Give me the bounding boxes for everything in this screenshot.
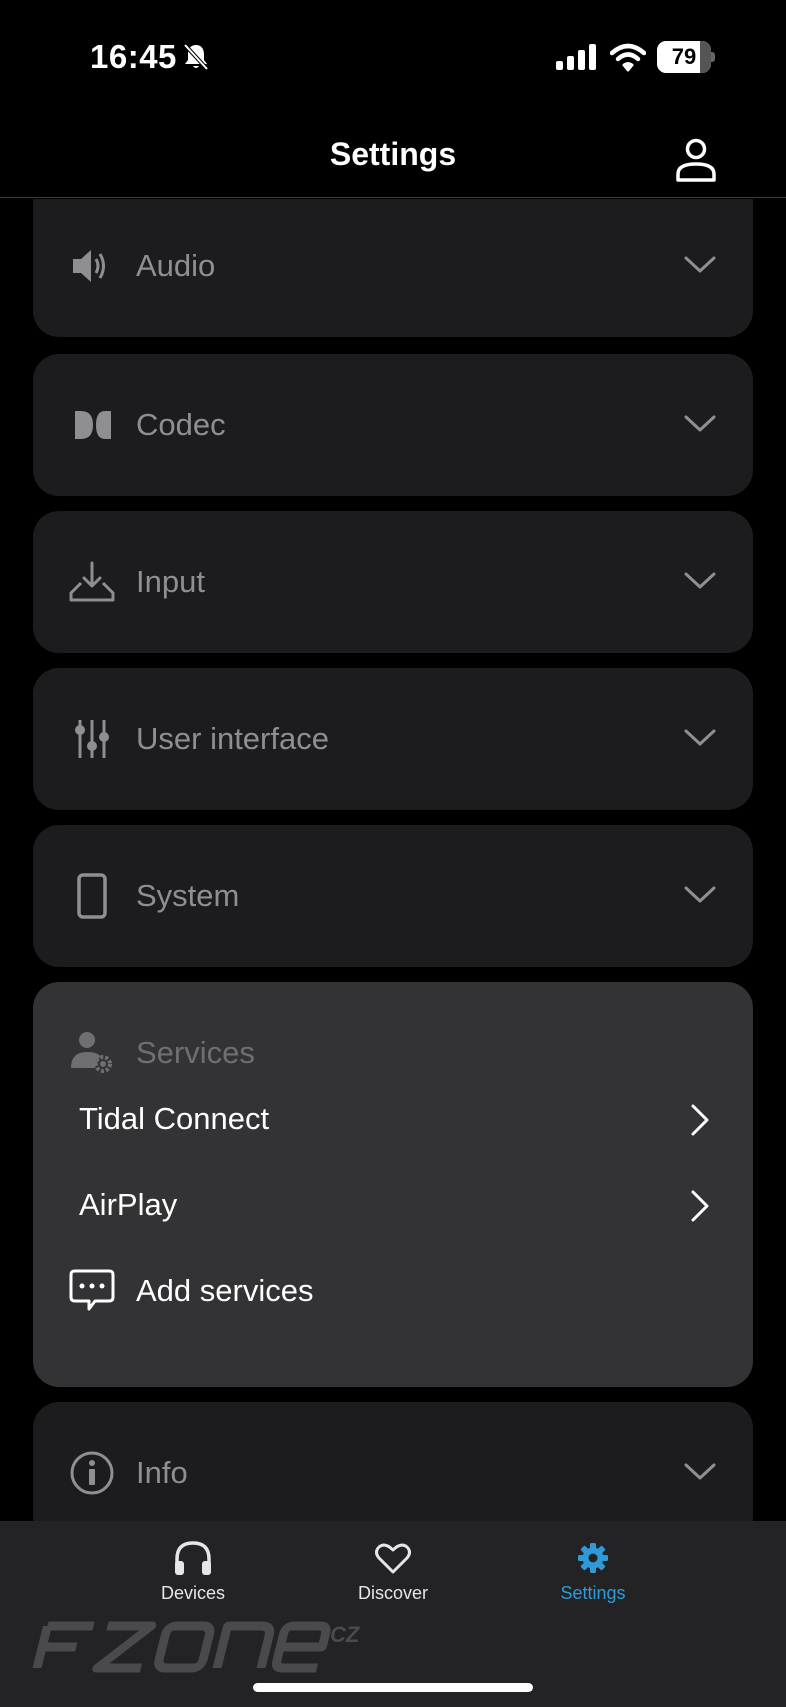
bell-slash-icon (183, 43, 209, 71)
chevron-down-icon[interactable] (683, 254, 717, 276)
tab-label: Settings (560, 1583, 626, 1603)
settings-list[interactable]: Audio Codec Input User interface System … (0, 199, 786, 1521)
cellular-signal-icon (556, 44, 596, 70)
svg-text:CZ: CZ (330, 1622, 360, 1647)
add-services-label: Add services (136, 1273, 314, 1308)
user-profile-icon[interactable] (672, 136, 720, 184)
input-tray-icon (69, 561, 115, 602)
tab-discover[interactable]: Discover (303, 1521, 483, 1621)
home-indicator[interactable] (253, 1683, 533, 1692)
section-system[interactable]: System (33, 825, 753, 967)
battery-icon: 79 (657, 41, 715, 73)
service-label: Tidal Connect (79, 1101, 270, 1136)
section-label: Services (136, 1035, 255, 1070)
section-audio[interactable]: Audio (33, 199, 753, 337)
chat-bubble-icon (69, 1269, 115, 1311)
section-codec[interactable]: Codec (33, 354, 753, 496)
service-tidal-connect[interactable]: Tidal Connect (33, 1084, 753, 1154)
chevron-down-icon[interactable] (683, 413, 717, 435)
section-label: Audio (136, 248, 216, 283)
navigation-header: Settings (0, 110, 786, 198)
section-label: System (136, 878, 240, 913)
chevron-down-icon[interactable] (683, 884, 717, 906)
dolby-icon (75, 411, 111, 439)
wifi-icon (610, 43, 646, 72)
tab-devices[interactable]: Devices (103, 1521, 283, 1621)
chevron-down-icon[interactable] (683, 727, 717, 749)
user-gear-icon (71, 1032, 112, 1073)
speaker-icon (73, 250, 105, 282)
service-airplay[interactable]: AirPlay (33, 1170, 753, 1240)
section-user-interface[interactable]: User interface (33, 668, 753, 810)
chevron-right-icon (691, 1190, 709, 1222)
section-input[interactable]: Input (33, 511, 753, 653)
tab-bar: Devices Discover Settings CZ (0, 1521, 786, 1707)
status-time: 16:45 (90, 38, 177, 75)
section-label: Codec (136, 407, 226, 442)
status-bar: 16:45 79 (0, 0, 786, 110)
heart-icon (375, 1543, 411, 1574)
chevron-down-icon[interactable] (683, 570, 717, 592)
section-services[interactable]: Services Tidal Connect AirPlay Add servi… (33, 982, 753, 1387)
gear-icon (578, 1543, 608, 1573)
section-label: Info (136, 1455, 188, 1490)
fzone-watermark-logo: CZ (32, 1621, 360, 1673)
chevron-right-icon (691, 1104, 709, 1136)
section-label: Input (136, 564, 205, 599)
service-label: AirPlay (79, 1187, 178, 1222)
sliders-icon (75, 720, 109, 758)
phone-device-icon (77, 873, 107, 919)
section-info[interactable]: Info (33, 1402, 753, 1521)
tab-settings[interactable]: Settings (503, 1521, 683, 1621)
page-title: Settings (329, 136, 457, 172)
battery-percent: 79 (671, 44, 697, 69)
headphones-icon (175, 1541, 211, 1575)
add-services-button[interactable]: Add services (33, 1256, 753, 1326)
chevron-down-icon[interactable] (683, 1461, 717, 1483)
tab-label: Devices (160, 1583, 226, 1603)
section-label: User interface (136, 721, 329, 756)
tab-label: Discover (357, 1583, 428, 1603)
info-circle-icon (70, 1451, 114, 1495)
